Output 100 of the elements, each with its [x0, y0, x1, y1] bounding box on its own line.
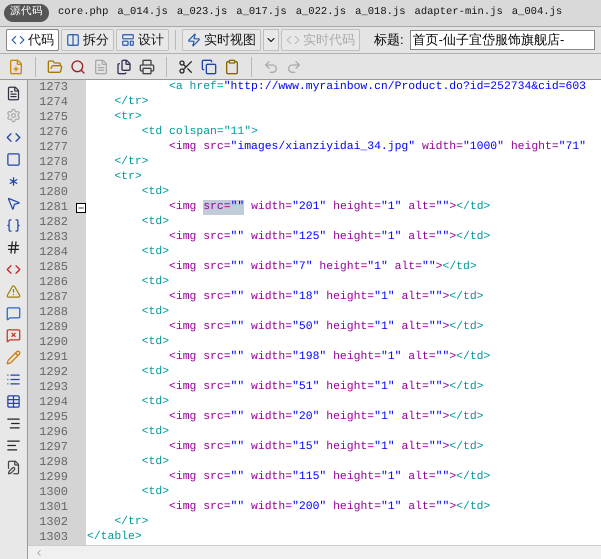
document-tab[interactable]: a_004.js	[512, 5, 562, 21]
code-text: "http://www.myrainbow.cn/Product.do?id=252734&cid=603	[224, 80, 586, 95]
line-number: 1290	[38, 335, 68, 350]
line-number: 1275	[38, 110, 68, 125]
code-text: ""	[428, 290, 442, 305]
code-text: "images/xianziyidai_34.jpg"	[230, 140, 416, 155]
code-text: ""	[436, 350, 450, 365]
code-text: ""	[230, 320, 244, 335]
copy-icon[interactable]	[201, 58, 217, 74]
line-number: 1299	[38, 470, 68, 485]
line-number: 1294	[38, 395, 68, 410]
code-text: height=	[332, 470, 381, 485]
document-tab[interactable]: core.php	[58, 5, 108, 21]
printer-icon[interactable]	[139, 58, 155, 74]
code-text: </td>	[456, 230, 490, 245]
code-text: "201"	[292, 200, 326, 215]
code-text: >	[449, 350, 456, 365]
code-text: width=	[250, 350, 292, 365]
line-number: 1296	[38, 425, 68, 440]
code-text: </td>	[456, 470, 490, 485]
code-text: <td>	[140, 395, 170, 410]
code-text: ""	[436, 230, 450, 245]
code-text: alt=	[400, 320, 429, 335]
code-text: </td>	[456, 200, 490, 215]
code-text: <a href=	[168, 80, 224, 95]
code-text: alt=	[400, 410, 429, 425]
code-text: width=	[250, 500, 292, 515]
code-text: ""	[428, 320, 442, 335]
code-text: "1"	[380, 470, 402, 485]
code-text: ""	[428, 380, 442, 395]
view-icon	[66, 33, 80, 47]
remove-comment-icon[interactable]	[6, 328, 21, 343]
fold-icon[interactable]	[76, 202, 86, 212]
code-text: height=	[510, 140, 559, 155]
code-text: height=	[318, 260, 368, 275]
code-text: ""	[428, 410, 442, 425]
code-text: <td>	[140, 485, 170, 500]
braces-icon[interactable]	[6, 218, 21, 233]
line-number: 1292	[38, 365, 68, 380]
code-text: "200"	[292, 500, 326, 515]
cut-icon[interactable]	[178, 58, 194, 74]
line-number: 1303	[38, 530, 68, 545]
code-text: >	[442, 290, 450, 305]
document-tab[interactable]: a_023.js	[176, 5, 228, 21]
code-text: alt=	[400, 440, 429, 455]
code-text: "1"	[367, 260, 388, 275]
code-text: "115"	[292, 470, 326, 485]
view-button[interactable]: 代码	[6, 29, 59, 51]
view-button[interactable]: 拆分	[61, 29, 114, 51]
pencil-icon[interactable]	[6, 350, 21, 365]
code-text: </tr>	[113, 155, 149, 170]
code-text: width=	[250, 440, 292, 455]
selected-code: src=	[203, 200, 231, 215]
document-tab[interactable]: 源代码	[4, 4, 49, 22]
code-text: >	[436, 260, 442, 275]
view-button[interactable]: 实时视图	[182, 29, 261, 51]
code-text: ""	[230, 350, 244, 365]
warning-icon[interactable]	[6, 284, 21, 299]
code-text: </tr>	[113, 95, 149, 110]
code-text: "71"	[558, 140, 586, 155]
comment-icon[interactable]	[6, 306, 21, 321]
code-text: <img src=	[168, 500, 231, 515]
document-tab[interactable]: a_014.js	[117, 5, 168, 21]
list-icon[interactable]	[6, 372, 21, 387]
document-tab[interactable]: a_018.js	[355, 5, 406, 21]
code-text: height=	[332, 230, 381, 245]
view-icon	[121, 33, 135, 47]
code-text: height=	[332, 500, 381, 515]
line-number: 1273	[38, 80, 68, 95]
document-tab[interactable]: a_022.js	[296, 5, 346, 21]
code-text: height=	[325, 410, 374, 425]
code-text: "1000"	[462, 140, 504, 155]
code-text: <td>	[140, 245, 170, 260]
code-text: >	[442, 380, 450, 395]
view-button[interactable]: 设计	[116, 29, 169, 51]
title-field[interactable]: 首页-仙子宜岱服饰旗舰店-	[410, 30, 595, 50]
code-text: ""	[230, 380, 244, 395]
code-text: </td>	[449, 290, 484, 305]
code-text: <img src=	[168, 410, 231, 425]
folder-icon[interactable]	[47, 58, 63, 74]
paste-icon[interactable]	[224, 58, 240, 74]
document-tab[interactable]: a_017.js	[236, 5, 287, 21]
code-text: width=	[250, 260, 292, 275]
line-number: 1298	[38, 455, 68, 470]
document-icon[interactable]	[6, 86, 21, 101]
line-number: 1278	[38, 155, 68, 170]
code-text: <td>	[140, 425, 170, 440]
code-text: width=	[250, 200, 292, 215]
code-text: <img src=	[168, 140, 231, 155]
dropdown-button[interactable]	[263, 29, 279, 51]
document-tab[interactable]: adapter-min.js	[414, 5, 503, 21]
code-text: <img src=	[168, 290, 231, 305]
code-text: "7"	[292, 260, 313, 275]
code-text: "1"	[374, 410, 395, 425]
code-text: <img src=	[168, 230, 231, 245]
code-text: >	[442, 410, 450, 425]
horizontal-scrollbar[interactable]	[28, 545, 601, 559]
line-number: 1302	[38, 515, 68, 530]
table-icon[interactable]	[6, 394, 21, 409]
line-number: 1276	[38, 125, 68, 140]
